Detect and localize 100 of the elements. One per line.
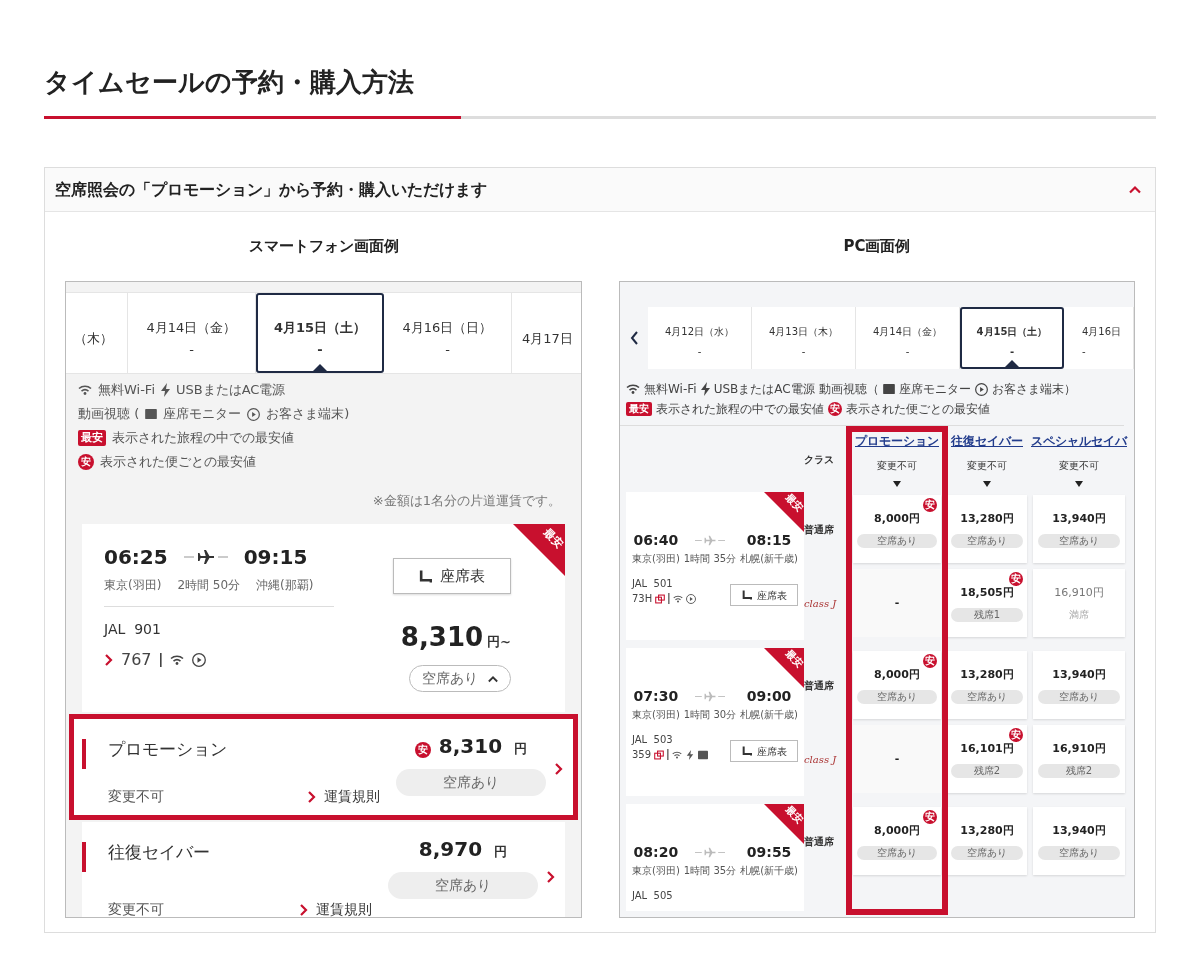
flight-number: JAL 505 <box>632 889 673 903</box>
fare-rules-link[interactable]: 運賃規則 <box>299 899 372 917</box>
fare-cell[interactable]: 13,280円 空席あり <box>947 651 1027 719</box>
date-tab[interactable]: 4月15日（土） - <box>960 307 1064 369</box>
fare-cell[interactable]: 8,000円 空席あり 安 <box>853 651 941 719</box>
fare-row[interactable]: プロモーション 変更不可 運賃規則 安 8,310 円 空席あり <box>69 714 578 820</box>
fare-condition: 変更不可 <box>1059 459 1099 473</box>
legend-text: USBまたはAC電源 <box>713 381 815 398</box>
availability-toggle[interactable]: 空席あり <box>409 665 511 692</box>
fare-cell[interactable]: 8,000円 空席あり 安 <box>853 495 941 563</box>
fare-price: 16,910円 <box>1054 585 1104 601</box>
aircraft-type: 767 <box>121 649 152 671</box>
fare-cell[interactable]: 13,940円 空席あり <box>1033 651 1125 719</box>
departure-time: 08:20 <box>632 843 680 862</box>
arrival-time: 08:15 <box>745 531 793 550</box>
monitor-icon <box>145 409 158 419</box>
fare-price: 13,280円 <box>960 511 1014 527</box>
date-tab[interactable]: 4月15日（土） - <box>256 293 384 373</box>
availability-label: 空席あり <box>1037 533 1121 548</box>
caret-down-icon <box>893 481 901 487</box>
seat-map-button[interactable]: 座席表 <box>730 584 798 606</box>
fare-price: 8,000円 <box>874 511 920 527</box>
caption: PC画面例 <box>842 236 912 256</box>
origin-airport: 東京(羽田) <box>632 552 680 566</box>
legend-text: お客さま端末） <box>991 381 1076 398</box>
availability-label: 空席あり <box>857 533 937 548</box>
date-tab[interactable]: 4月14日（金） - <box>856 307 960 369</box>
fare-cell[interactable]: 16,101円 残席2 安 <box>947 725 1027 793</box>
legend-text: 表示された便ごとの最安値 <box>846 401 990 418</box>
accordion-header[interactable]: 空席照会の「プロモーション」から予約・購入いただけます <box>45 168 1155 212</box>
fare-rules-link[interactable]: 運賃規則 <box>307 786 380 807</box>
fare-cell[interactable]: 8,000円 空席あり 安 <box>853 807 941 875</box>
class-label: 普通席 <box>804 678 835 693</box>
availability-label: 空席あり <box>951 689 1023 704</box>
cheap-badge: 安 <box>1009 728 1023 742</box>
date-tab[interactable]: 4月16日 - <box>1064 307 1134 369</box>
cheap-badge: 安 <box>414 742 431 758</box>
fare-cell[interactable]: 16,910円 残席2 <box>1033 725 1125 793</box>
legend-text: 無料Wi-Fi <box>644 381 697 398</box>
availability-label: 満席 <box>1068 607 1090 622</box>
separator-icon <box>667 749 670 760</box>
arrival-time: 09:55 <box>745 843 793 862</box>
seat-map-button[interactable]: 座席表 <box>730 740 798 762</box>
destination-airport: 沖縄(那覇) <box>256 577 314 594</box>
fare-price: 18,505円 <box>960 585 1014 601</box>
fare-price: 13,280円 <box>960 667 1014 683</box>
origin-airport: 東京(羽田) <box>104 577 162 594</box>
seat-icon <box>741 746 752 756</box>
aircraft-type: 73H <box>632 592 653 606</box>
fare-cell[interactable]: 13,940円 空席あり <box>1033 807 1125 875</box>
availability-label: 空席あり <box>951 845 1023 860</box>
caret-down-icon <box>1075 481 1083 487</box>
squares-icon <box>654 749 665 760</box>
cheap-badge: 安 <box>923 654 937 668</box>
currency-unit: 円 <box>494 843 508 861</box>
flight-duration: 1時間 30分 <box>682 708 738 722</box>
fare-cell[interactable]: 13,940円 空席あり <box>1033 495 1125 563</box>
wifi-icon <box>169 653 184 667</box>
accordion-title: 空席照会の「プロモーション」から予約・購入いただけます <box>55 178 487 201</box>
arrival-time: 09:00 <box>745 687 793 706</box>
caret-down-icon <box>983 481 991 487</box>
plane-icon <box>695 847 725 858</box>
plane-icon <box>695 691 725 702</box>
seat-map-button[interactable]: 座席表 <box>393 558 511 594</box>
caption: スマートフォン画面例 <box>247 236 400 256</box>
availability-label: 空席あり <box>1037 845 1121 860</box>
fare-row[interactable]: 往復セイバー 変更不可 運賃規則 8,970 円 空席あり <box>82 822 565 917</box>
separator-icon <box>668 593 671 604</box>
wifi-icon <box>626 384 640 394</box>
plane-icon <box>695 535 725 546</box>
play-icon <box>686 593 697 604</box>
date-tab[interactable]: 4月13日（木） - <box>752 307 856 369</box>
fare-type-link[interactable]: プロモーション <box>855 432 939 450</box>
cheapest-ribbon: 最安 <box>764 804 804 844</box>
lightning-icon <box>685 749 696 760</box>
availability-label: 空席あり <box>1037 689 1121 704</box>
fare-type-link[interactable]: 往復セイバー <box>951 432 1023 450</box>
cheap-badge: 安 <box>923 498 937 512</box>
date-tab[interactable]: 4月12日（水） - <box>648 307 752 369</box>
cheap-badge: 安 <box>1009 572 1023 586</box>
fare-cell[interactable]: 18,505円 残席1 安 <box>947 569 1027 637</box>
availability-label: 残席2 <box>951 763 1023 778</box>
fare-cell[interactable]: 13,280円 空席あり <box>947 495 1027 563</box>
flight-duration: 1時間 35分 <box>682 864 738 878</box>
aircraft-type: 359 <box>632 748 652 762</box>
fare-cell[interactable]: 13,280円 空席あり <box>947 807 1027 875</box>
chevron-up-icon <box>488 674 498 683</box>
fare-price: 13,280円 <box>960 823 1014 839</box>
cheapest-ribbon: 最安 <box>764 492 804 532</box>
fare-type-link[interactable]: スペシャルセイバ <box>1031 432 1127 450</box>
plane-icon <box>183 549 228 565</box>
legend-text: 動画視聴 ( <box>78 405 140 424</box>
legend-text: 座席モニター <box>163 405 242 424</box>
fare-price: 13,940円 <box>1052 667 1106 683</box>
class-label: クラス <box>804 452 835 467</box>
fare-condition: 変更不可 <box>108 787 164 806</box>
fare-price: 16,101円 <box>960 741 1014 757</box>
fare-note: ※金額は1名分の片道運賃です。 <box>371 492 561 510</box>
legend-text: 表示された便ごとの最安値 <box>100 453 256 472</box>
departure-time: 06:25 <box>104 544 168 571</box>
